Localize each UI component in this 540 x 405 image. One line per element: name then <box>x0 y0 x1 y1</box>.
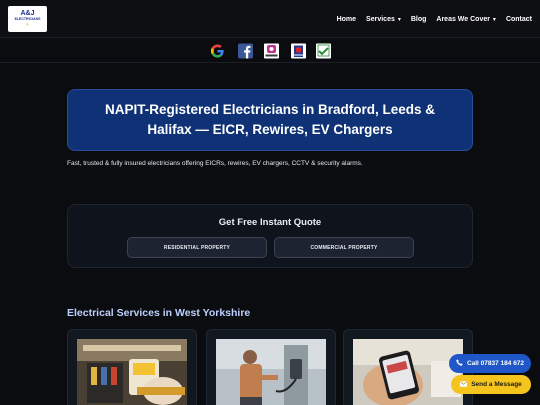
social-strip <box>0 39 540 63</box>
main-nav: Home Services ▾ Blog Areas We Cover ▾ Co… <box>337 0 532 38</box>
smart-security-image <box>353 339 463 405</box>
nav-areas-label: Areas We Cover <box>436 15 490 23</box>
site-header: A&J ELECTRICIANS ⚡ Home Services ▾ Blog … <box>0 0 540 38</box>
chevron-down-icon: ▾ <box>492 16 496 23</box>
quote-panel: Get Free Instant Quote RESIDENTIAL PROPE… <box>67 204 473 268</box>
nav-contact[interactable]: Contact <box>506 16 532 23</box>
call-button[interactable]: Call 07837 184 672 <box>449 354 531 373</box>
call-button-label: Call 07837 184 672 <box>466 360 525 367</box>
phone-icon <box>456 359 463 368</box>
nav-contact-label: Contact <box>505 15 532 23</box>
quote-title: Get Free Instant Quote <box>218 217 322 228</box>
chevron-down-icon: ▾ <box>397 16 401 23</box>
hero-banner: NAPIT-Registered Electricians in Bradfor… <box>67 89 473 151</box>
service-card[interactable] <box>206 329 336 405</box>
nav-home-label: Home <box>336 15 357 23</box>
lightning-icon: ⚡ <box>25 21 30 28</box>
nav-services[interactable]: Services ▾ <box>366 16 401 23</box>
facebook-icon[interactable] <box>238 43 253 59</box>
napit-icon[interactable] <box>316 43 331 59</box>
page-title: NAPIT-Registered Electricians in Bradfor… <box>104 102 436 137</box>
services-title: Electrical Services in West Yorkshire <box>67 307 251 319</box>
service-card[interactable] <box>67 329 197 405</box>
send-message-label: Send a Message <box>471 381 522 388</box>
nav-home[interactable]: Home <box>337 16 356 23</box>
checkatrade-icon[interactable] <box>291 43 306 59</box>
google-icon[interactable] <box>210 43 225 59</box>
nav-blog[interactable]: Blog <box>411 16 427 23</box>
nav-services-label: Services <box>366 15 395 23</box>
ev-charger-image <box>216 339 326 405</box>
send-message-button[interactable]: Send a Message <box>451 375 531 394</box>
residential-property-button[interactable]: RESIDENTIAL PROPERTY <box>127 237 267 258</box>
electrician-panel-image <box>77 339 187 405</box>
site-logo[interactable]: A&J ELECTRICIANS ⚡ <box>8 6 47 32</box>
tagline: Fast, trusted & fully insured electricia… <box>67 160 363 167</box>
nav-blog-label: Blog <box>410 15 427 23</box>
envelope-icon <box>460 380 468 389</box>
instagram-icon[interactable] <box>264 43 279 59</box>
nav-areas[interactable]: Areas We Cover ▾ <box>436 16 496 23</box>
commercial-property-button[interactable]: COMMERCIAL PROPERTY <box>274 237 414 258</box>
logo-text: A&J <box>20 10 35 18</box>
